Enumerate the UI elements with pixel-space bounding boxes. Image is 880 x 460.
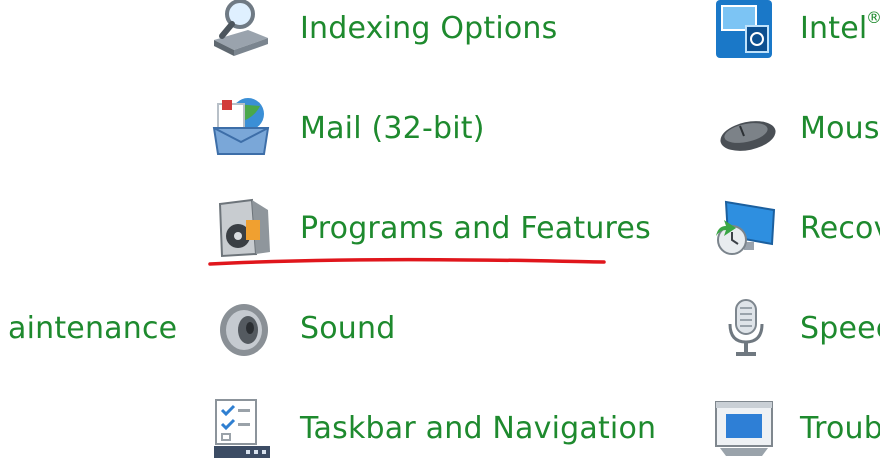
cp-item-label: Speec <box>800 311 880 346</box>
cp-item-label: Recov <box>800 211 880 246</box>
mail-icon <box>210 94 274 158</box>
cp-item-label: Indexing Options <box>300 11 558 46</box>
microphone-icon <box>714 296 778 360</box>
cp-item-label: aintenance <box>8 311 178 346</box>
taskbar-icon <box>210 396 274 460</box>
cp-item-label: Taskbar and Navigation <box>300 411 657 446</box>
programs-features-icon <box>212 196 276 260</box>
speaker-icon <box>214 296 278 360</box>
mouse-icon <box>716 100 780 164</box>
red-underline-annotation <box>208 253 606 266</box>
cp-item-label: Troub <box>800 411 880 446</box>
intel-graphics-icon <box>712 0 776 62</box>
cp-item-label: Mail (32-bit) <box>300 111 485 146</box>
indexing-options-icon <box>208 0 272 58</box>
recovery-icon <box>714 196 778 260</box>
registered-mark: ® <box>866 8 880 27</box>
cp-item-label: Programs and Features <box>300 211 651 246</box>
cp-item-label: Mous <box>800 111 880 146</box>
cp-item-label: Sound <box>300 311 396 346</box>
cp-item-label: Intel <box>800 11 868 46</box>
troubleshooting-icon <box>712 396 776 460</box>
